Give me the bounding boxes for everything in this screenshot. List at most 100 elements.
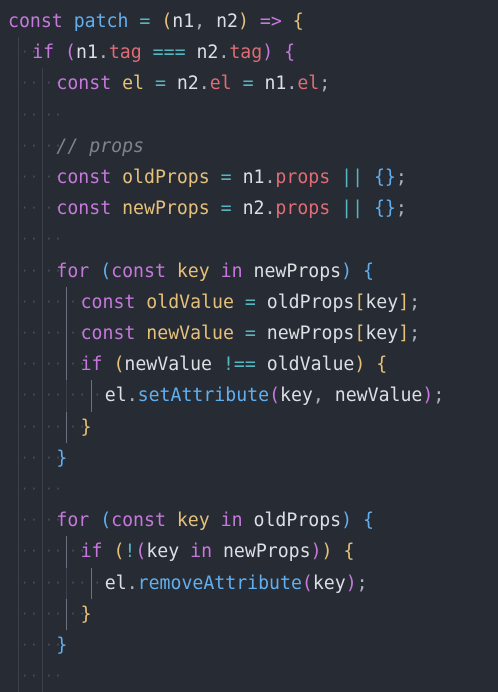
- whitespace-marker: ··: [45, 544, 64, 559]
- code-token: {: [363, 260, 374, 282]
- code-line[interactable]: const patch = (n1, n2) => {: [8, 6, 498, 37]
- code-line[interactable]: [56, 474, 498, 505]
- whitespace-marker: ··: [69, 575, 88, 590]
- code-token: (: [135, 541, 147, 563]
- whitespace-marker: ··: [21, 294, 40, 309]
- indent-guide: [66, 567, 68, 599]
- code-token: n2: [196, 42, 219, 64]
- code-token: key: [176, 510, 210, 532]
- code-token: props: [275, 167, 331, 188]
- code-line[interactable]: [56, 224, 498, 255]
- code-token: n1: [172, 11, 195, 32]
- indent-guide: [18, 567, 19, 599]
- whitespace-marker: ··: [21, 513, 40, 528]
- code-token: for: [56, 510, 90, 532]
- indent-guide: [18, 286, 19, 318]
- code-line[interactable]: }: [56, 630, 498, 661]
- code-token: .: [264, 198, 276, 220]
- code-token: ,: [194, 11, 217, 32]
- code-token: oldValue: [146, 291, 234, 313]
- code-line[interactable]: // props: [56, 131, 498, 162]
- code-token: newValue: [124, 354, 213, 376]
- code-token: {}: [373, 198, 396, 220]
- code-line[interactable]: if (n1.tag === n2.tag) {: [32, 37, 498, 68]
- indent-guide: [42, 411, 44, 443]
- code-line[interactable]: const el = n2.el = n1.el;: [56, 68, 498, 99]
- code-token: ===: [152, 42, 186, 64]
- whitespace-marker: ··: [69, 388, 88, 403]
- indent-guide: [18, 130, 19, 162]
- code-token: el: [297, 73, 320, 95]
- code-line[interactable]: }: [56, 443, 498, 474]
- code-token: if: [80, 354, 103, 376]
- code-token: ;: [409, 323, 421, 344]
- code-line[interactable]: [56, 661, 498, 692]
- code-token: .: [97, 42, 109, 64]
- indent-guide: [42, 505, 44, 537]
- code-token: }: [56, 635, 68, 656]
- code-editor[interactable]: const patch = (n1, n2) => { ·· if (n1.tag …: [0, 0, 498, 692]
- whitespace-marker: ··: [21, 232, 40, 247]
- code-token: ): [237, 11, 249, 32]
- code-line[interactable]: const oldValue = oldProps[key];: [81, 287, 498, 318]
- code-token: (: [301, 572, 313, 594]
- indent-guide: [42, 255, 44, 287]
- code-token: ;: [356, 572, 368, 594]
- code-token: ): [341, 260, 353, 282]
- code-token: el: [104, 385, 127, 407]
- code-token: key: [280, 385, 313, 407]
- code-line[interactable]: const newValue = newProps[key];: [81, 318, 498, 349]
- whitespace-marker: ··: [21, 107, 40, 122]
- code-line[interactable]: const oldProps = n1.props || {};: [56, 162, 498, 193]
- code-token: (: [65, 42, 76, 64]
- code-token: in: [220, 260, 243, 282]
- code-line[interactable]: el.setAttribute(key, newValue);: [105, 380, 498, 411]
- code-token: n1: [264, 73, 287, 95]
- whitespace-marker: ··: [21, 357, 40, 372]
- indent-guide: [18, 474, 19, 506]
- code-token: n1: [242, 167, 265, 188]
- code-token: newValue: [146, 323, 234, 344]
- code-token: newValue: [334, 385, 423, 407]
- code-line[interactable]: for (const key in oldProps) {: [56, 505, 498, 536]
- code-token: const: [56, 167, 112, 188]
- indent-guide: [42, 442, 44, 474]
- whitespace-marker: ··: [21, 419, 40, 434]
- code-line[interactable]: for (const key in newProps) {: [56, 256, 498, 287]
- code-token: ;: [409, 291, 421, 313]
- code-token: =: [220, 167, 232, 188]
- code-token: }: [80, 603, 92, 625]
- code-token: !==: [222, 354, 256, 376]
- code-line[interactable]: const newProps = n2.props || {};: [56, 193, 498, 224]
- code-line[interactable]: el.removeAttribute(key);: [105, 568, 498, 599]
- code-token: {: [343, 541, 355, 563]
- code-line[interactable]: }: [81, 599, 498, 630]
- code-token: (: [113, 541, 125, 563]
- code-token: newProps: [122, 198, 210, 220]
- indent-guide: [66, 349, 68, 381]
- code-line[interactable]: if (!(key in newProps)) {: [81, 536, 498, 567]
- code-token: =: [139, 11, 151, 32]
- code-line[interactable]: [56, 100, 498, 131]
- code-line[interactable]: }: [81, 412, 498, 443]
- indent-guide: [18, 68, 19, 100]
- code-token: ): [310, 541, 322, 563]
- indent-guide: [42, 193, 44, 225]
- code-token: {}: [373, 167, 396, 188]
- whitespace-marker: ··: [21, 638, 40, 652]
- code-line[interactable]: if (newValue !== oldValue) {: [81, 349, 498, 380]
- code-token: {: [376, 354, 388, 376]
- code-token: ;: [319, 73, 331, 95]
